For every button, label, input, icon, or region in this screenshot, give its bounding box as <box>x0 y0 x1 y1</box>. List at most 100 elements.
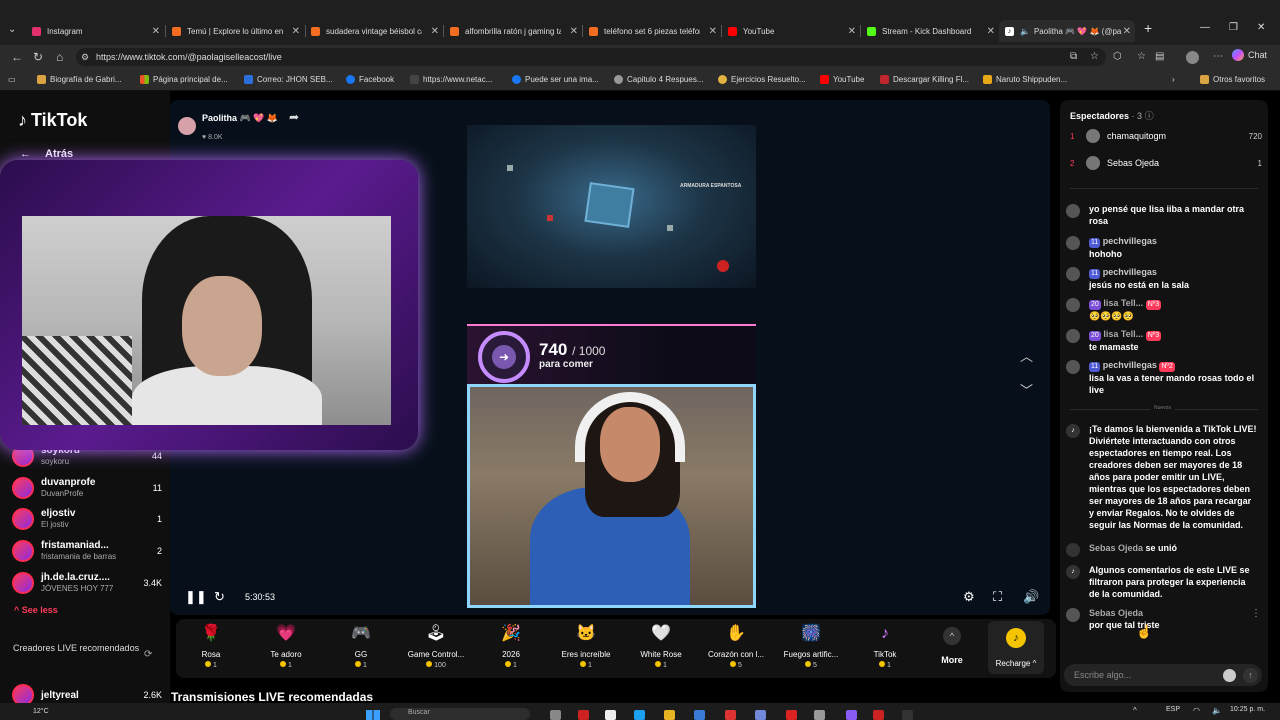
tray-chevron-icon[interactable]: ^ <box>1133 706 1137 715</box>
gift-eres-increible[interactable]: 🐱 Eres increíble 1 <box>551 623 621 669</box>
info-icon[interactable]: ⓘ <box>1145 111 1154 121</box>
bookmark-item[interactable]: Descargar Killing Fl... <box>880 75 969 84</box>
chat-username[interactable]: pechvillegas <box>1103 267 1157 277</box>
close-icon[interactable]: ✕ <box>292 26 300 37</box>
close-icon[interactable]: ✕ <box>848 26 856 37</box>
next-live-icon[interactable]: ﹀ <box>1020 380 1033 399</box>
viewers-header[interactable]: Espectadores · 3 ⓘ <box>1070 109 1154 122</box>
bookmark-item[interactable]: Correo: JHON SEB... <box>244 75 333 84</box>
window-close-icon[interactable]: ✕ <box>1257 22 1265 33</box>
home-icon[interactable]: ⌂ <box>56 50 63 64</box>
bookmark-item[interactable]: Puede ser una ima... <box>512 75 599 84</box>
close-icon[interactable]: ✕ <box>431 26 439 37</box>
bookmarks-toggle-icon[interactable]: ▭ <box>8 75 16 84</box>
streamer-item-eljostiv[interactable]: eljostiv El jostiv 1 <box>12 505 162 533</box>
app-icon[interactable] <box>846 710 857 720</box>
edge-icon[interactable] <box>634 710 645 720</box>
tab-kick[interactable]: Stream - Kick Dashboard ✕ <box>861 20 999 42</box>
file-explorer-icon[interactable] <box>664 710 675 720</box>
minimize-icon[interactable]: — <box>1200 22 1210 33</box>
gift-te-adoro[interactable]: 💗 Te adoro 1 <box>251 623 321 669</box>
message-more-icon[interactable]: ⋮ <box>1251 608 1261 619</box>
viewer-row[interactable]: 1 chamaquitogm 720 <box>1070 128 1262 144</box>
refresh-icon[interactable]: ⟳ <box>144 649 152 660</box>
copilot-chat-button[interactable]: Chat <box>1232 49 1267 61</box>
bookmarks-overflow-icon[interactable]: › <box>1172 75 1175 84</box>
other-favorites[interactable]: Otros favoritos <box>1200 75 1265 84</box>
volume-tray-icon[interactable]: 🔈 <box>1212 706 1222 715</box>
bookmark-item[interactable]: Capitulo 4 Respues... <box>614 75 704 84</box>
app-icon[interactable] <box>786 710 797 720</box>
profile-avatar[interactable] <box>1186 51 1199 64</box>
bookmark-item[interactable]: YouTube <box>820 75 864 84</box>
streamer-item-duvanprofe[interactable]: duvanprofe DuvanProfe 11 <box>12 474 162 502</box>
close-icon[interactable]: ✕ <box>152 26 160 37</box>
fullscreen-icon[interactable]: ⛶ <box>993 589 1002 605</box>
tab-instagram[interactable]: Instagram ✕ <box>26 20 164 42</box>
streamer-item-fristamania[interactable]: fristamaniad... fristamania de barras 2 <box>12 537 162 565</box>
bookmark-item[interactable]: Facebook <box>346 75 394 84</box>
send-icon[interactable]: ↑ <box>1243 668 1258 683</box>
language-indicator[interactable]: ESP <box>1166 706 1180 713</box>
tiktok-logo[interactable]: ♪ TikTok <box>18 110 87 131</box>
url-field[interactable]: https://www.tiktok.com/@paolagiselleacos… <box>76 48 1106 66</box>
gift-rosa[interactable]: 🌹 Rosa 1 <box>176 623 246 669</box>
gift-gg[interactable]: 🎮 GG 1 <box>326 623 396 669</box>
more-gifts-button[interactable]: ^ More <box>940 627 964 665</box>
tab-temu-alfombrilla[interactable]: alfombrilla ratón j gaming ta ✕ <box>444 20 582 42</box>
wifi-icon[interactable]: ◠ <box>1193 706 1200 715</box>
gift-tiktok[interactable]: ♪ TikTok 1 <box>850 623 920 669</box>
close-icon[interactable]: ✕ <box>1123 26 1131 37</box>
tab-temu-telefono[interactable]: teléfono set 6 piezas teléfon ✕ <box>583 20 721 42</box>
tab-temu-sudadera[interactable]: sudadera vintage béisbol ca ✕ <box>305 20 443 42</box>
app-icon[interactable] <box>605 710 616 720</box>
chat-username[interactable]: pechvillegas <box>1103 236 1157 246</box>
clock[interactable]: 10:25 p. m. <box>1230 706 1265 713</box>
back-button[interactable]: ← Atrás <box>20 148 73 160</box>
bookmark-item[interactable]: Biografía de Gabri... <box>37 75 122 84</box>
back-icon[interactable]: ← <box>11 50 23 64</box>
see-less-button[interactable]: ^ See less <box>14 605 58 615</box>
emoji-icon[interactable] <box>1223 669 1236 682</box>
gift-fuegos-artificiales[interactable]: 🎆 Fuegos artific... 5 <box>776 623 846 669</box>
bookmark-item[interactable]: https://www.netac... <box>410 75 492 84</box>
extensions-icon[interactable]: ⬡ <box>1113 51 1122 62</box>
recharge-button[interactable]: ♪ Recharge ^ <box>988 621 1044 674</box>
reload-icon[interactable]: ↻ <box>33 50 43 64</box>
taskbar-search[interactable]: Buscar <box>390 708 530 720</box>
tab-youtube[interactable]: YouTube ✕ <box>722 20 860 42</box>
gift-game-controller[interactable]: 🕹 Game Control... 100 <box>401 623 471 669</box>
app-icon[interactable] <box>694 710 705 720</box>
favorites-icon[interactable]: ☆ <box>1137 51 1146 62</box>
previous-live-icon[interactable]: ︿ <box>1020 346 1033 365</box>
close-icon[interactable]: ✕ <box>987 26 995 37</box>
chat-username[interactable]: Sebas Ojeda <box>1089 543 1143 553</box>
discord-icon[interactable] <box>755 710 766 720</box>
chat-username[interactable]: pechvillegas <box>1103 360 1157 370</box>
refresh-stream-icon[interactable]: ↻ <box>214 589 225 605</box>
bookmark-item[interactable]: Ejercicios Resuelto... <box>718 75 806 84</box>
bookmark-item[interactable]: Página principal de... <box>140 75 228 84</box>
open-app-icon[interactable]: ⧉ <box>1070 51 1077 62</box>
settings-gear-icon[interactable]: ⚙ <box>963 589 975 605</box>
close-icon[interactable]: ✕ <box>709 26 717 37</box>
collections-icon[interactable]: ▤ <box>1155 51 1164 62</box>
chat-username[interactable]: lisa Tell... <box>1103 298 1143 308</box>
pause-icon[interactable]: ❚❚ <box>185 589 207 605</box>
opera-icon[interactable] <box>578 710 589 720</box>
more-menu-icon[interactable]: ⋯ <box>1213 51 1223 62</box>
chat-username[interactable]: Sebas Ojeda <box>1089 608 1143 618</box>
task-view-icon[interactable] <box>550 710 561 720</box>
app-icon[interactable] <box>902 710 913 720</box>
gift-2026[interactable]: 🎉 2026 1 <box>476 623 546 669</box>
favorite-star-icon[interactable]: ☆ <box>1090 51 1099 62</box>
restore-icon[interactable]: ❐ <box>1229 22 1238 33</box>
app-icon[interactable] <box>873 710 884 720</box>
tab-temu[interactable]: Temú | Explore lo último en ✕ <box>166 20 304 42</box>
chat-username[interactable]: lisa Tell... <box>1103 329 1143 339</box>
volume-icon[interactable]: 🔊 <box>1023 589 1039 605</box>
tab-list-icon[interactable]: ⌄ <box>8 24 16 35</box>
tab-tiktok-active[interactable]: ♪ 🔈 Paolitha 🎮 💖 🦊 (@pa ✕ <box>999 20 1135 42</box>
streamer-item-jh-de-la-cruz[interactable]: jh.de.la.cruz.... JÓVENES HOY 777 3.4K <box>12 569 162 597</box>
viewer-row[interactable]: 2 Sebas Ojeda 1 <box>1070 155 1262 171</box>
